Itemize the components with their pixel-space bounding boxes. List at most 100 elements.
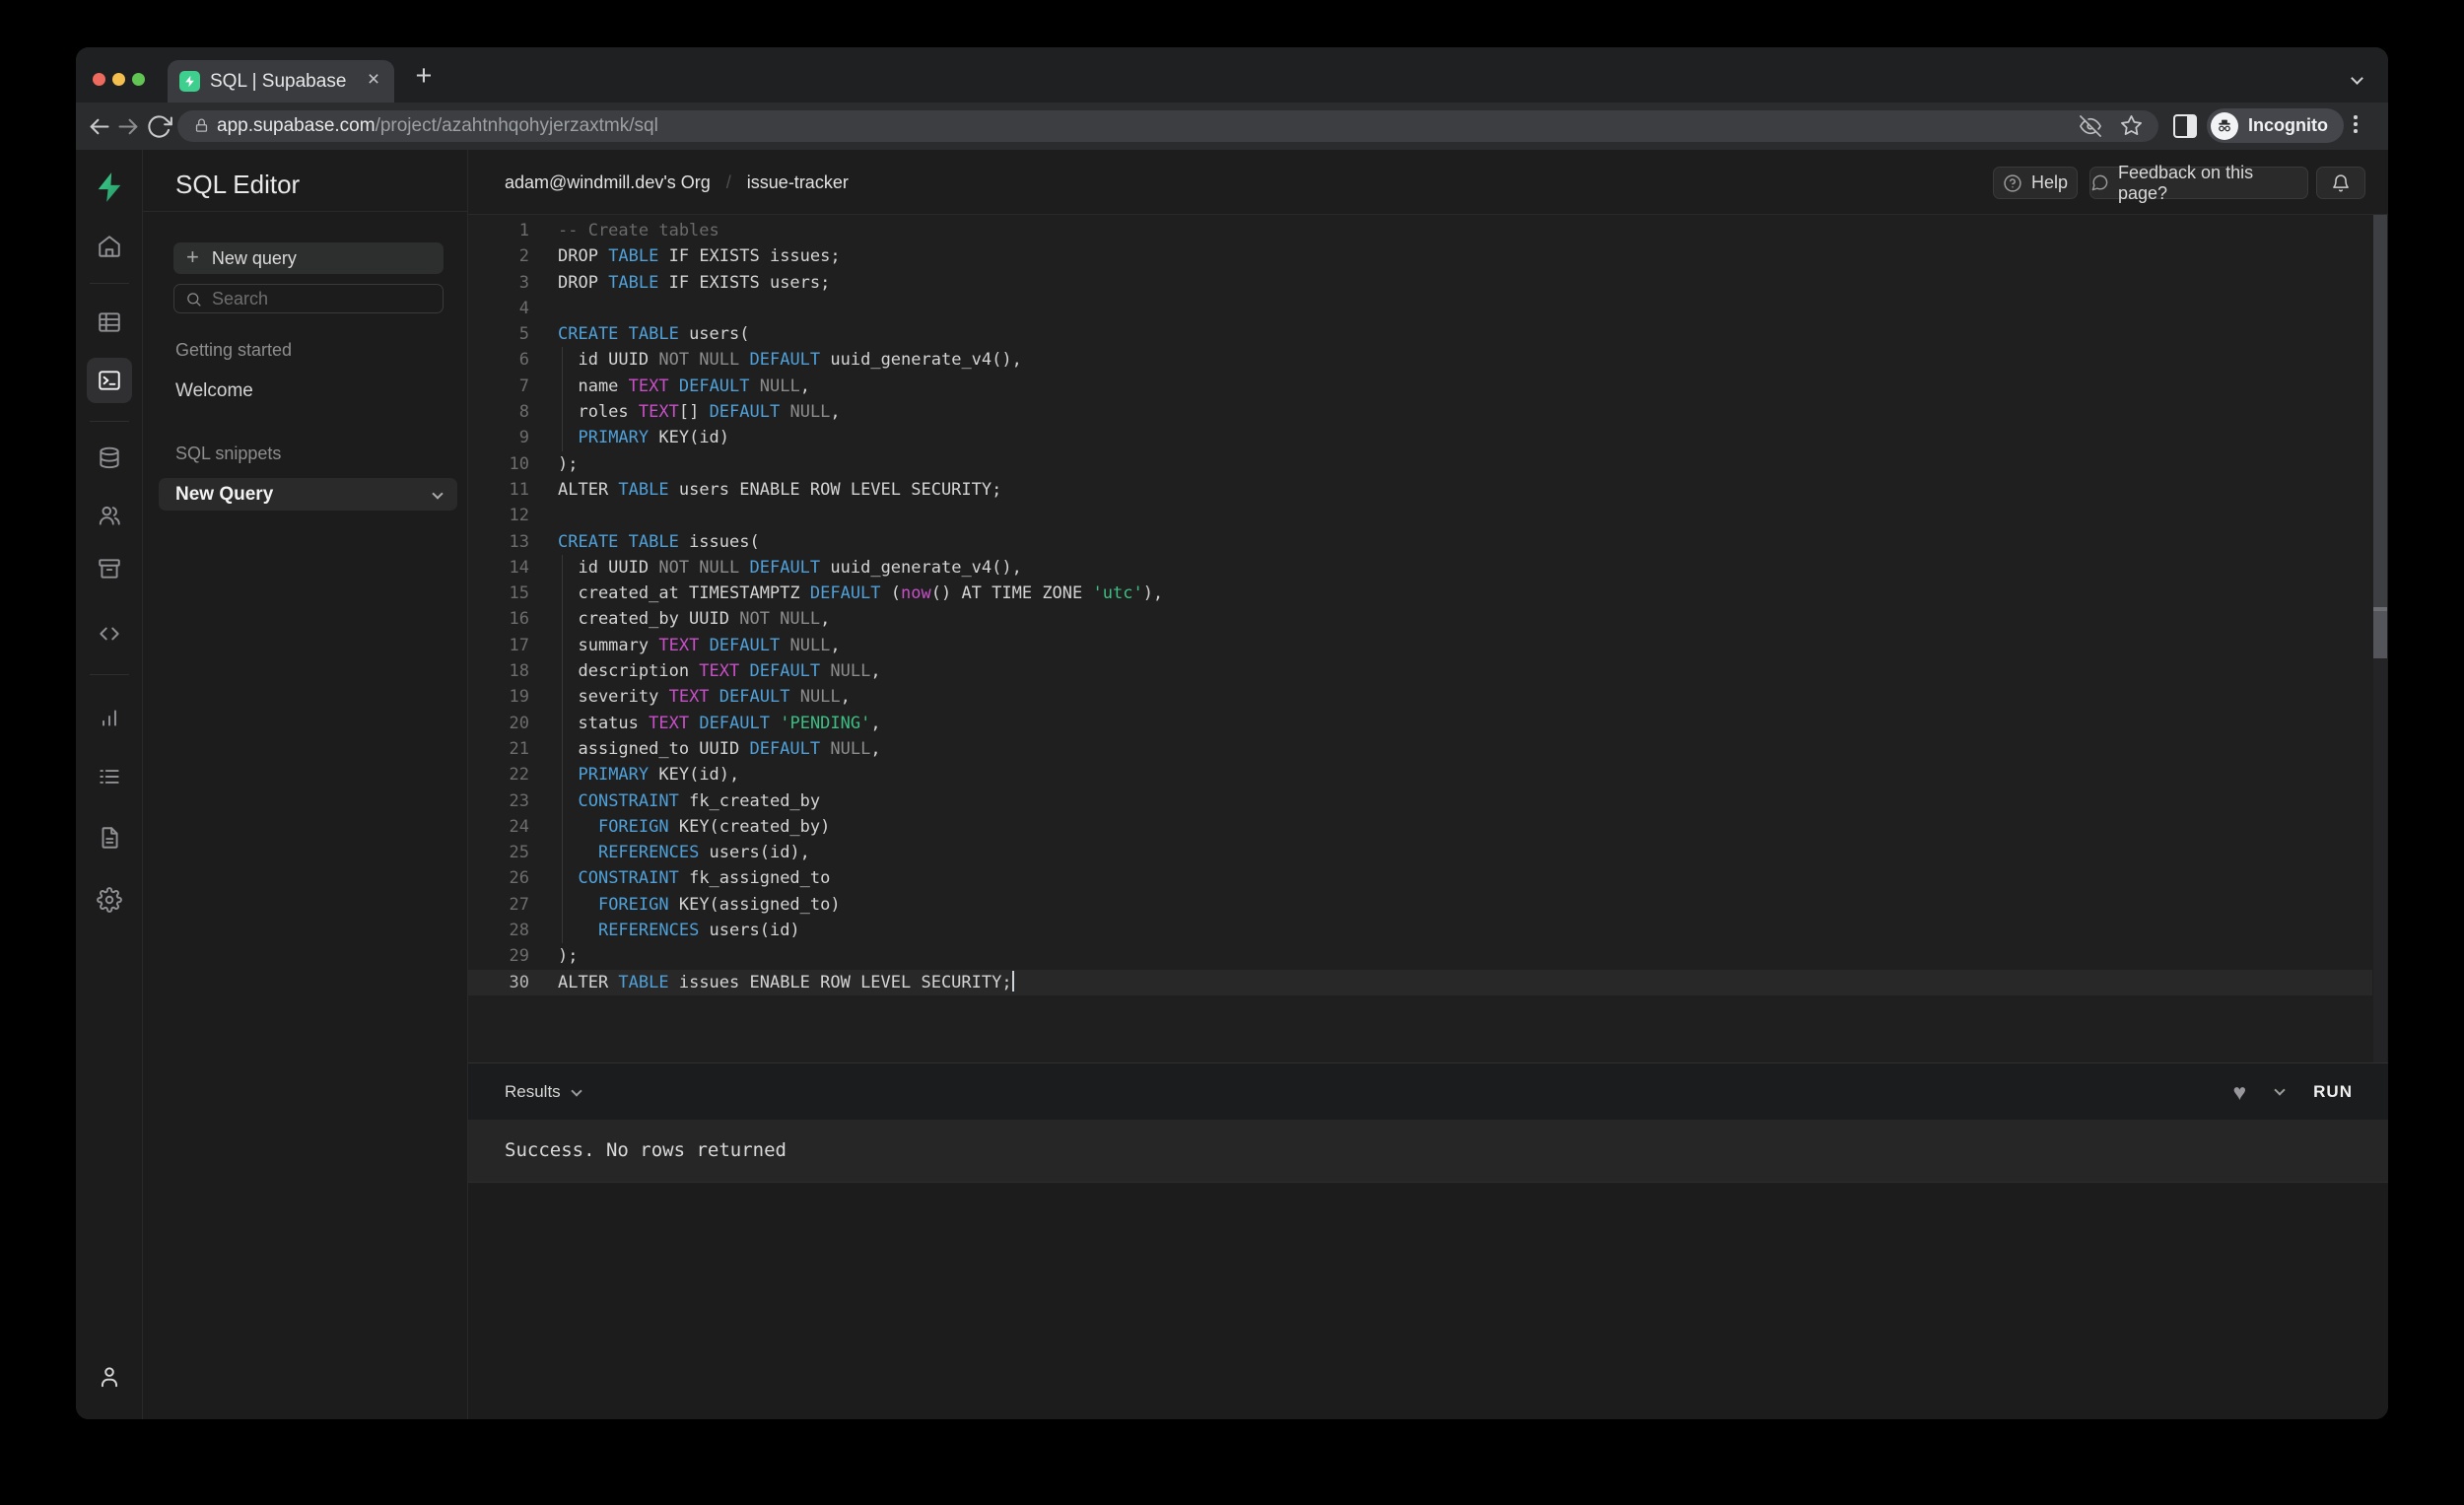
code-line[interactable]: 16 created_by UUID NOT NULL, bbox=[468, 606, 2372, 632]
code-line[interactable]: 10); bbox=[468, 451, 2372, 477]
code-line[interactable]: 22 PRIMARY KEY(id), bbox=[468, 762, 2372, 787]
database-icon[interactable] bbox=[97, 445, 122, 471]
forward-button[interactable] bbox=[115, 113, 142, 140]
content-area: adam@windmill.dev's Org/issue-tracker He… bbox=[468, 150, 2388, 1419]
line-number: 19 bbox=[468, 684, 529, 710]
reload-button[interactable] bbox=[146, 113, 172, 140]
page-title: SQL Editor bbox=[175, 170, 300, 200]
scrollbar-thumb-secondary[interactable] bbox=[2373, 611, 2387, 658]
code-text: CREATE TABLE issues( bbox=[558, 529, 760, 555]
chevron-down-icon bbox=[432, 488, 443, 499]
code-line[interactable]: 24 FOREIGN KEY(created_by) bbox=[468, 814, 2372, 840]
close-window-button[interactable] bbox=[93, 73, 105, 86]
new-query-button[interactable]: + New query bbox=[173, 242, 444, 274]
sql-code-editor[interactable]: 1-- Create tables2DROP TABLE IF EXISTS i… bbox=[468, 215, 2388, 1062]
code-text: created_by UUID NOT NULL, bbox=[558, 606, 830, 632]
code-line[interactable]: 9 PRIMARY KEY(id) bbox=[468, 425, 2372, 450]
logs-list-icon[interactable] bbox=[97, 764, 122, 789]
eye-off-icon[interactable] bbox=[2080, 115, 2101, 137]
run-options-chevron-icon[interactable] bbox=[2274, 1084, 2285, 1095]
code-line[interactable]: 5CREATE TABLE users( bbox=[468, 321, 2372, 347]
breadcrumb-org[interactable]: adam@windmill.dev's Org bbox=[505, 172, 711, 192]
settings-gear-icon[interactable] bbox=[97, 887, 122, 913]
sidebar-item[interactable]: Welcome bbox=[159, 375, 457, 407]
line-number: 5 bbox=[468, 321, 529, 347]
code-line[interactable]: 26 CONSTRAINT fk_assigned_to bbox=[468, 865, 2372, 891]
line-number: 23 bbox=[468, 788, 529, 814]
browser-toolbar: app.supabase.com/project/azahtnhqohyjerz… bbox=[76, 103, 2388, 150]
code-line[interactable]: 23 CONSTRAINT fk_created_by bbox=[468, 788, 2372, 814]
line-number: 3 bbox=[468, 270, 529, 296]
code-line[interactable]: 29); bbox=[468, 943, 2372, 969]
help-button-label: Help bbox=[2031, 172, 2068, 193]
account-user-icon[interactable] bbox=[97, 1364, 122, 1390]
auth-users-icon[interactable] bbox=[97, 503, 122, 528]
favorite-heart-icon[interactable]: ♥ bbox=[2233, 1081, 2247, 1104]
tab-search-chevron-icon[interactable] bbox=[2353, 70, 2361, 88]
code-line[interactable]: 2DROP TABLE IF EXISTS issues; bbox=[468, 243, 2372, 269]
home-icon[interactable] bbox=[97, 234, 122, 259]
line-number: 9 bbox=[468, 425, 529, 450]
scrollbar-thumb[interactable] bbox=[2373, 215, 2387, 607]
code-text: REFERENCES users(id), bbox=[558, 840, 810, 865]
code-line[interactable]: 20 status TEXT DEFAULT 'PENDING', bbox=[468, 711, 2372, 736]
side-panel-icon[interactable] bbox=[2173, 114, 2197, 138]
code-text: ); bbox=[558, 451, 578, 477]
sidebar-item[interactable]: New Query bbox=[159, 478, 457, 511]
plus-icon: + bbox=[186, 244, 199, 270]
code-line[interactable]: 6 id UUID NOT NULL DEFAULT uuid_generate… bbox=[468, 347, 2372, 373]
feedback-button[interactable]: Feedback on this page? bbox=[2089, 167, 2308, 199]
bookmark-star-icon[interactable] bbox=[2120, 114, 2143, 137]
code-line[interactable]: 27 FOREIGN KEY(assigned_to) bbox=[468, 892, 2372, 918]
code-line[interactable]: 3DROP TABLE IF EXISTS users; bbox=[468, 270, 2372, 296]
browser-tab[interactable]: SQL | Supabase × bbox=[168, 60, 394, 103]
code-line[interactable]: 14 id UUID NOT NULL DEFAULT uuid_generat… bbox=[468, 555, 2372, 581]
line-number: 7 bbox=[468, 374, 529, 399]
line-number: 18 bbox=[468, 658, 529, 684]
back-button[interactable] bbox=[86, 113, 112, 140]
reports-chart-icon[interactable] bbox=[97, 705, 122, 730]
sidebar-sections: Getting startedWelcomeSQL snippetsNew Qu… bbox=[143, 337, 467, 511]
code-line[interactable]: 21 assigned_to UUID DEFAULT NULL, bbox=[468, 736, 2372, 762]
minimize-window-button[interactable] bbox=[112, 73, 125, 86]
code-line[interactable]: 18 description TEXT DEFAULT NULL, bbox=[468, 658, 2372, 684]
results-toolbar: Results ♥ RUN bbox=[468, 1062, 2388, 1120]
code-line[interactable]: 12 bbox=[468, 503, 2372, 528]
table-editor-icon[interactable] bbox=[97, 309, 122, 335]
code-line[interactable]: 8 roles TEXT[] DEFAULT NULL, bbox=[468, 399, 2372, 425]
browser-menu-icon[interactable] bbox=[2354, 115, 2358, 133]
code-line[interactable]: 19 severity TEXT DEFAULT NULL, bbox=[468, 684, 2372, 710]
code-text: ); bbox=[558, 943, 578, 969]
results-dropdown[interactable]: Results bbox=[505, 1063, 581, 1121]
docs-file-icon[interactable] bbox=[97, 825, 122, 851]
storage-icon[interactable] bbox=[97, 556, 122, 581]
code-text: DROP TABLE IF EXISTS issues; bbox=[558, 243, 841, 269]
code-line[interactable]: 15 created_at TIMESTAMPTZ DEFAULT (now()… bbox=[468, 581, 2372, 606]
search-input[interactable]: Search bbox=[173, 284, 444, 313]
sql-editor-icon[interactable] bbox=[87, 358, 132, 403]
code-line[interactable]: 28 REFERENCES users(id) bbox=[468, 918, 2372, 943]
address-bar[interactable]: app.supabase.com/project/azahtnhqohyjerz… bbox=[177, 110, 2158, 142]
code-line[interactable]: 1-- Create tables bbox=[468, 218, 2372, 243]
zoom-window-button[interactable] bbox=[132, 73, 145, 86]
tab-strip: SQL | Supabase × + bbox=[76, 47, 2388, 103]
line-number: 26 bbox=[468, 865, 529, 891]
code-line[interactable]: 7 name TEXT DEFAULT NULL, bbox=[468, 374, 2372, 399]
code-line[interactable]: 30ALTER TABLE issues ENABLE ROW LEVEL SE… bbox=[468, 970, 2372, 995]
code-line[interactable]: 13CREATE TABLE issues( bbox=[468, 529, 2372, 555]
editor-scrollbar[interactable] bbox=[2373, 215, 2387, 1062]
code-text: status TEXT DEFAULT 'PENDING', bbox=[558, 711, 881, 736]
help-button[interactable]: Help bbox=[1993, 167, 2078, 199]
new-tab-button[interactable]: + bbox=[407, 60, 441, 94]
run-button[interactable]: RUN bbox=[2313, 1082, 2353, 1102]
breadcrumb-project[interactable]: issue-tracker bbox=[747, 172, 849, 192]
code-line[interactable]: 11ALTER TABLE users ENABLE ROW LEVEL SEC… bbox=[468, 477, 2372, 503]
tab-close-icon[interactable]: × bbox=[362, 68, 385, 92]
api-code-icon[interactable] bbox=[97, 621, 122, 647]
notifications-button[interactable] bbox=[2316, 167, 2365, 199]
code-text: roles TEXT[] DEFAULT NULL, bbox=[558, 399, 841, 425]
code-line[interactable]: 17 summary TEXT DEFAULT NULL, bbox=[468, 633, 2372, 658]
code-line[interactable]: 4 bbox=[468, 296, 2372, 321]
supabase-logo[interactable] bbox=[93, 171, 126, 204]
code-line[interactable]: 25 REFERENCES users(id), bbox=[468, 840, 2372, 865]
